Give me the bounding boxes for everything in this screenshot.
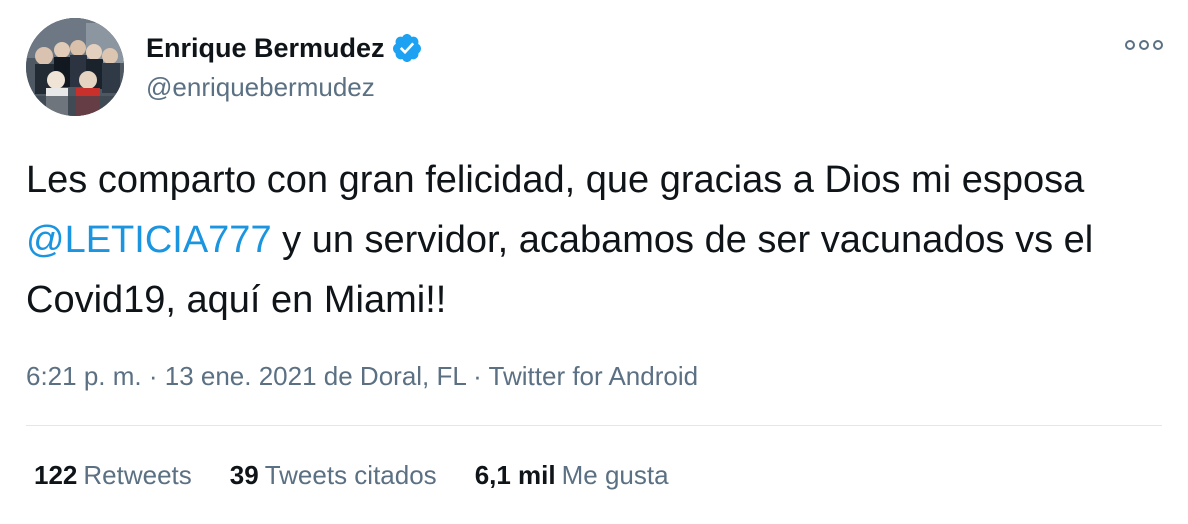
- likes-stat[interactable]: 6,1 mil Me gusta: [475, 457, 669, 493]
- quote-tweets-stat[interactable]: 39 Tweets citados: [230, 457, 437, 493]
- quote-tweets-count: 39: [229, 460, 259, 490]
- tweet-text-part-1: Les comparto con gran felicidad, que gra…: [26, 159, 1085, 201]
- tweet-meta: 6:21 p. m. · 13 ene. 2021 de Doral, FL ·…: [26, 358, 698, 394]
- tweet-stats: 122 Retweets 39 Tweets citados 6,1 mil Me g…: [34, 457, 707, 493]
- more-options-icon[interactable]: [1120, 30, 1168, 60]
- author-display-name[interactable]: Enrique Bermudez: [146, 30, 385, 66]
- retweets-label: Retweets: [83, 460, 192, 490]
- meta-separator: ·: [465, 361, 489, 391]
- tweet-date[interactable]: 13 ene. 2021: [165, 361, 317, 391]
- retweets-stat[interactable]: 122 Retweets: [34, 457, 192, 493]
- tweet-card: Enrique Bermudez @enriquebermudez Les co…: [0, 0, 1188, 524]
- meta-separator: ·: [141, 361, 165, 391]
- author-name-row: Enrique Bermudez: [146, 30, 423, 66]
- tweet-text: Les comparto con gran felicidad, que gra…: [26, 150, 1156, 330]
- location-prefix: de: [316, 361, 360, 391]
- retweets-count: 122: [34, 460, 78, 490]
- tweet-location[interactable]: Doral, FL: [360, 361, 466, 391]
- likes-count: 6,1 mil: [474, 460, 556, 490]
- mention-link[interactable]: @LETICIA777: [26, 219, 272, 261]
- author-handle[interactable]: @enriquebermudez: [146, 70, 375, 104]
- divider: [26, 425, 1162, 426]
- avatar[interactable]: [26, 18, 124, 116]
- avatar-photo-icon: [26, 18, 124, 116]
- likes-label: Me gusta: [561, 460, 669, 490]
- tweet-source[interactable]: Twitter for Android: [489, 361, 699, 391]
- verified-badge-icon: [392, 34, 421, 62]
- tweet-time[interactable]: 6:21 p. m.: [26, 361, 142, 391]
- quote-tweets-label: Tweets citados: [264, 460, 437, 490]
